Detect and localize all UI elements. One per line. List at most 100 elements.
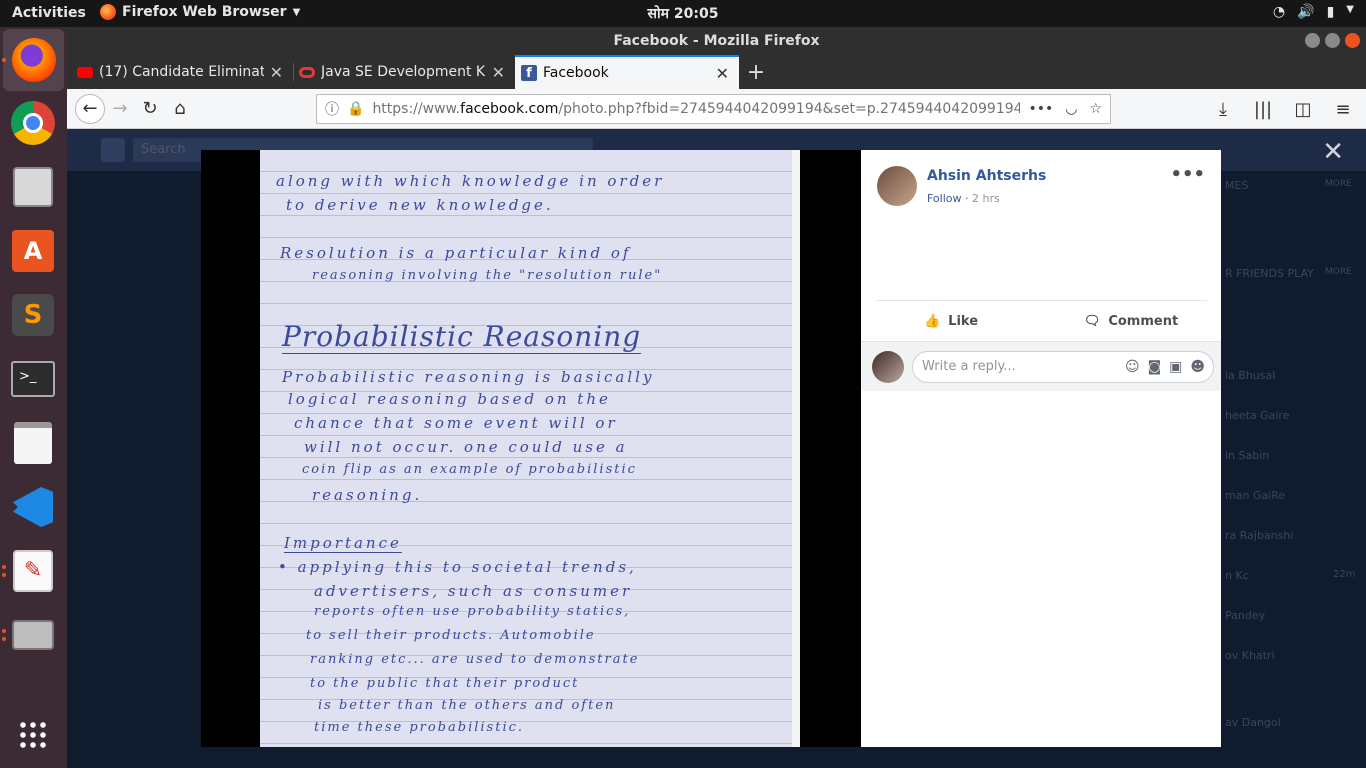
author-avatar[interactable] <box>877 166 917 206</box>
user-avatar[interactable] <box>872 351 904 383</box>
comment-button[interactable]: 🗨 Comment <box>1041 301 1221 341</box>
maximize-button[interactable] <box>1325 33 1340 48</box>
sidebar-icon: ◫ <box>1294 98 1312 120</box>
facebook-logo-icon[interactable] <box>101 138 125 162</box>
photo-viewer[interactable]: along with which knowledge in order to d… <box>201 150 861 747</box>
post-time[interactable]: 2 hrs <box>972 192 1000 205</box>
menu-button[interactable]: ≡ <box>1328 94 1358 124</box>
note-line: advertisers, such as consumer <box>314 582 633 600</box>
contact-item[interactable]: Pandey <box>1225 609 1265 622</box>
close-tab-icon[interactable]: ✕ <box>716 64 729 83</box>
note-line: to the public that their product <box>310 676 580 691</box>
dock-chrome[interactable] <box>9 99 57 147</box>
reply-input[interactable]: Write a reply... ☺ ◙ ▣ ☻ <box>912 351 1214 383</box>
note-line: reasoning. <box>312 486 423 504</box>
author-name[interactable]: Ahsin Ahtserhs <box>927 168 1046 184</box>
note-heading: Probabilistic Reasoning <box>282 320 642 354</box>
library-icon: ||| <box>1253 98 1273 120</box>
contact-item[interactable]: ra Rajbanshi <box>1225 529 1293 542</box>
app-menu[interactable]: Firefox Web Browser ▼ <box>100 4 300 20</box>
tab-java[interactable]: Java SE Development Kit ✕ <box>293 55 515 89</box>
post-actions: 👍 Like 🗨 Comment <box>861 301 1221 341</box>
dock-document-viewer[interactable]: ✎ <box>9 547 57 595</box>
close-window-button[interactable] <box>1345 33 1360 48</box>
sidebar-button[interactable]: ◫ <box>1288 94 1318 124</box>
bookmark-star-icon[interactable]: ☆ <box>1089 101 1102 117</box>
gif-icon[interactable]: ▣ <box>1169 352 1182 382</box>
dock-terminal[interactable]: >_ <box>9 355 57 403</box>
like-button[interactable]: 👍 Like <box>861 301 1041 341</box>
library-button[interactable]: ||| <box>1248 94 1278 124</box>
title-bar: Facebook - Mozilla Firefox <box>67 27 1366 55</box>
url-bar[interactable]: ⓘ 🔒 https://www.facebook.com/photo.php?f… <box>316 94 1111 124</box>
dock-sublime[interactable]: S <box>9 291 57 339</box>
minimize-button[interactable] <box>1305 33 1320 48</box>
forward-button[interactable]: → <box>105 94 135 124</box>
contact-item[interactable]: ia Bhusal <box>1225 369 1275 382</box>
url-text[interactable]: https://www.facebook.com/photo.php?fbid=… <box>372 101 1020 117</box>
dock-scanner[interactable] <box>9 611 57 659</box>
show-applications-button[interactable] <box>9 711 57 759</box>
contact-item[interactable]: heeta Gaire <box>1225 409 1289 422</box>
sticker-icon[interactable]: ☻ <box>1190 352 1205 382</box>
contact-item[interactable]: in Sabin <box>1225 449 1269 462</box>
info-icon[interactable]: ⓘ <box>325 99 339 119</box>
url-actions: ••• ◡ ☆ <box>1028 101 1102 117</box>
new-tab-button[interactable]: + <box>739 55 773 89</box>
close-tab-icon[interactable]: ✕ <box>270 63 283 82</box>
reload-button[interactable]: ↻ <box>135 94 165 124</box>
firefox-window: Facebook - Mozilla Firefox (17) Candidat… <box>67 27 1366 768</box>
tab-facebook[interactable]: f Facebook ✕ <box>515 55 739 89</box>
chat-sidebar-dimmed: MES MORE R FRIENDS PLAY MORE ia Bhusal h… <box>1221 171 1366 768</box>
follow-link[interactable]: Follow <box>927 192 962 205</box>
dock-files[interactable] <box>9 163 57 211</box>
system-tray[interactable]: ◔ 🔊 ▮ ▼ <box>1273 4 1354 20</box>
note-line: coin flip as an example of probabilistic <box>302 462 637 477</box>
notepad-icon <box>14 422 52 464</box>
tab-bar: (17) Candidate Eliminatio ✕ Java SE Deve… <box>67 55 1366 89</box>
oracle-icon <box>299 66 315 78</box>
note-line: time these probabilistic. <box>314 720 525 735</box>
contact-item[interactable]: n Kc <box>1225 569 1249 582</box>
close-tab-icon[interactable]: ✕ <box>492 63 505 82</box>
note-line: reasoning involving the "resolution rule… <box>312 268 663 283</box>
pocket-icon[interactable]: ◡ <box>1065 101 1077 117</box>
window-title: Facebook - Mozilla Firefox <box>613 33 820 49</box>
toolbar-right: ⤓ ||| ◫ ≡ <box>1208 94 1358 124</box>
downloads-button[interactable]: ⤓ <box>1208 94 1238 124</box>
dock-software[interactable]: A <box>9 227 57 275</box>
shopping-bag-icon: A <box>12 230 54 272</box>
dock-firefox[interactable] <box>3 29 64 91</box>
home-button[interactable]: ⌂ <box>165 94 195 124</box>
activities-button[interactable]: Activities <box>12 5 86 21</box>
contact-item[interactable]: av Dangol <box>1225 716 1281 729</box>
more-link[interactable]: MORE <box>1325 267 1352 277</box>
back-button[interactable]: ← <box>75 93 105 124</box>
page-edge <box>792 150 800 747</box>
emoji-icon[interactable]: ☺ <box>1125 352 1140 382</box>
battery-icon: ▮ <box>1326 4 1335 20</box>
note-subheading: Importance <box>284 534 402 553</box>
tab-youtube[interactable]: (17) Candidate Eliminatio ✕ <box>71 55 293 89</box>
window-controls <box>1305 33 1360 48</box>
url-domain: facebook.com <box>460 101 559 117</box>
dock-text-editor[interactable] <box>9 419 57 467</box>
top-bar: Activities Firefox Web Browser ▼ सोम 20:… <box>0 0 1366 27</box>
contact-item[interactable]: ov Khatri <box>1225 649 1275 662</box>
note-line: Resolution is a particular kind of <box>280 244 632 262</box>
dock-vscode[interactable] <box>9 483 57 531</box>
close-photo-icon[interactable]: ✕ <box>1322 137 1344 167</box>
more-actions-icon[interactable]: ••• <box>1028 101 1053 117</box>
camera-icon[interactable]: ◙ <box>1148 352 1162 382</box>
more-link[interactable]: MORE <box>1325 179 1352 189</box>
running-indicator <box>2 637 6 641</box>
like-label: Like <box>948 313 979 329</box>
firefox-icon <box>100 4 116 20</box>
url-prefix: https://www. <box>372 101 461 117</box>
clock[interactable]: सोम 20:05 <box>648 4 719 23</box>
contact-item[interactable]: man GaiRe <box>1225 489 1285 502</box>
tab-label: (17) Candidate Eliminatio <box>99 64 264 80</box>
note-line: will not occur. one could use a <box>304 438 628 456</box>
facebook-icon: f <box>521 65 537 81</box>
more-options-icon[interactable]: ••• <box>1170 164 1205 185</box>
